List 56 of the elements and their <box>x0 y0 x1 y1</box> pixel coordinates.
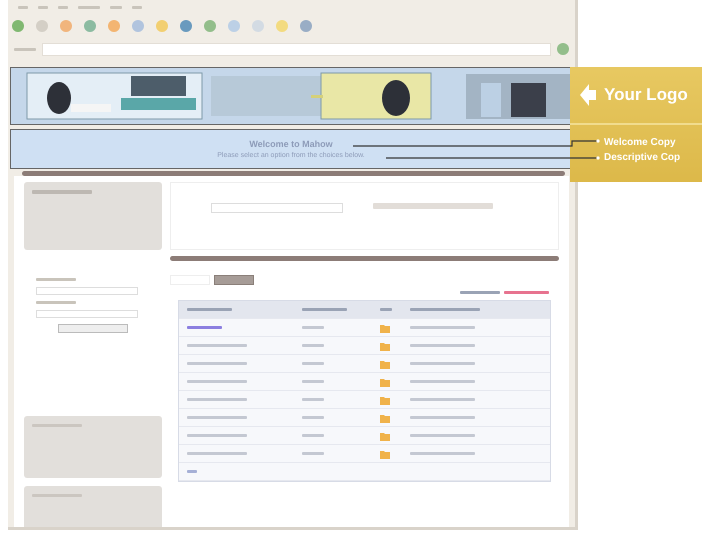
login-field[interactable] <box>36 287 138 295</box>
toolbar-button[interactable] <box>36 20 48 32</box>
illegible-text <box>302 416 324 419</box>
toolbar-button[interactable] <box>108 20 120 32</box>
toolbar-button[interactable] <box>228 20 240 32</box>
address-field[interactable] <box>42 42 551 56</box>
callout-label: Welcome Copy <box>604 137 676 148</box>
illegible-text <box>410 326 475 329</box>
menu-item[interactable] <box>110 6 122 8</box>
illegible-text <box>187 470 197 473</box>
illegible-text <box>302 452 324 455</box>
illegible-text <box>36 278 76 281</box>
illegible-text <box>410 434 475 437</box>
illegible-text <box>36 301 76 304</box>
illegible-text <box>410 344 475 347</box>
illegible-text <box>504 291 549 294</box>
illegible-text <box>302 398 324 401</box>
illegible-text <box>302 308 347 311</box>
toolbar-button[interactable] <box>276 20 288 32</box>
toolbar-button[interactable] <box>84 20 96 32</box>
illegible-text <box>410 380 475 383</box>
illegible-text <box>380 308 392 311</box>
illegible-text <box>302 380 324 383</box>
welcome-title: Welcome to Mahow <box>249 139 333 149</box>
illegible-text <box>302 344 324 347</box>
logo-text: Your Logo <box>604 85 688 105</box>
illegible-text <box>302 326 324 329</box>
toolbar-button[interactable] <box>180 20 192 32</box>
callout-label: Descriptive Cop <box>604 152 682 163</box>
toolbar-button[interactable] <box>300 20 312 32</box>
illegible-text <box>410 362 475 365</box>
illegible-text <box>302 434 324 437</box>
toolbar-button[interactable] <box>252 20 264 32</box>
illegible-text <box>410 398 475 401</box>
menu-item[interactable] <box>78 6 100 8</box>
illegible-text <box>187 308 232 311</box>
toolbar-button[interactable] <box>204 20 216 32</box>
toolbar-button[interactable] <box>12 20 24 32</box>
toolbar-button[interactable] <box>132 20 144 32</box>
illegible-text <box>302 362 324 365</box>
illegible-text <box>410 308 480 311</box>
illegible-text <box>460 291 500 294</box>
arrow-icon <box>580 84 596 106</box>
search-field[interactable] <box>211 203 343 213</box>
illegible-text <box>410 416 475 419</box>
menu-item[interactable] <box>132 6 142 8</box>
login-button[interactable] <box>58 324 128 333</box>
toolbar-button[interactable] <box>156 20 168 32</box>
go-button[interactable] <box>557 43 569 55</box>
password-field[interactable] <box>36 310 138 318</box>
illegible-text <box>410 452 475 455</box>
link[interactable] <box>187 326 222 329</box>
address-label <box>14 48 36 50</box>
toolbar-button[interactable] <box>60 20 72 32</box>
tab[interactable] <box>214 275 254 285</box>
illegible-text <box>32 190 92 194</box>
